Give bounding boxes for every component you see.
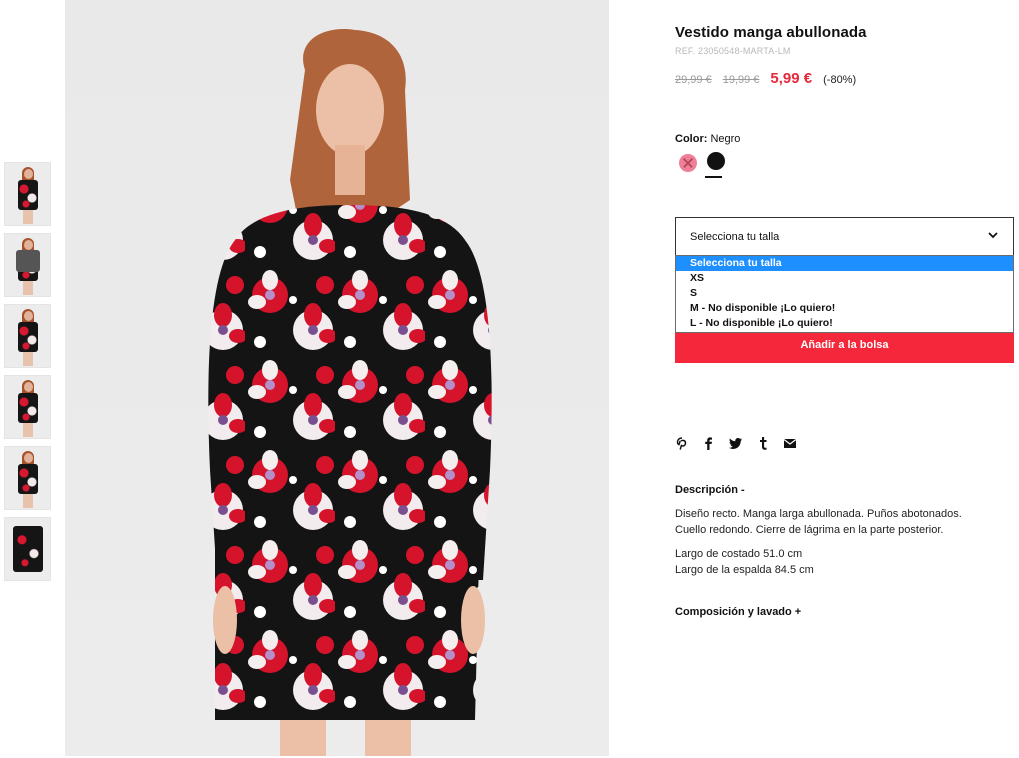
color-label: Color:	[675, 133, 708, 145]
main-product-image[interactable]	[65, 0, 609, 756]
facebook-icon[interactable]	[702, 437, 715, 450]
discount-badge: (-80%)	[823, 74, 857, 86]
thumbnail-4[interactable]	[4, 375, 51, 439]
chevron-down-icon	[988, 232, 998, 239]
size-dropdown-list: Selecciona tu talla XS S M - No disponib…	[675, 255, 1014, 333]
thumbnail-6[interactable]	[4, 517, 51, 581]
model-illustration	[208, 29, 492, 756]
color-swatch-pink[interactable]	[679, 154, 697, 172]
product-info: Vestido manga abullonada REF. 23050548-M…	[675, 24, 1015, 618]
size-option[interactable]: L - No disponible ¡Lo quiero!	[676, 316, 1013, 331]
measurements: Largo de costado 51.0 cm Largo de la esp…	[675, 547, 814, 578]
measurement-side-length: Largo de costado 51.0 cm	[675, 548, 803, 560]
thumbnail-2[interactable]	[4, 233, 51, 297]
description-text: Diseño recto. Manga larga abullonada. Pu…	[675, 507, 1015, 538]
pinterest-icon[interactable]	[675, 437, 688, 450]
color-selector: Color: Negro	[675, 133, 1015, 180]
thumbnail-1[interactable]	[4, 162, 51, 226]
size-option[interactable]: M - No disponible ¡Lo quiero!	[676, 301, 1013, 316]
size-option[interactable]: Selecciona tu talla	[676, 256, 1013, 271]
add-to-bag-label: Añadir a la bolsa	[800, 338, 889, 351]
email-icon[interactable]	[783, 437, 796, 450]
original-price: 29,99 €	[675, 74, 712, 86]
color-value: Negro	[710, 133, 741, 145]
tumblr-icon[interactable]	[756, 437, 769, 450]
sale-price: 5,99 €	[770, 70, 813, 87]
size-select-label: Selecciona tu talla	[690, 230, 780, 243]
product-reference: REF. 23050548-MARTA-LM	[675, 46, 791, 56]
product-title: Vestido manga abullonada	[675, 24, 867, 41]
description-heading[interactable]: Descripción -	[675, 484, 745, 496]
size-option[interactable]: S	[676, 286, 1013, 301]
measurement-back-length: Largo de la espalda 84.5 cm	[675, 563, 814, 576]
twitter-icon[interactable]	[729, 437, 742, 450]
share-bar	[675, 437, 796, 450]
composition-heading[interactable]: Composición y lavado +	[675, 606, 801, 618]
thumbnail-list	[4, 162, 52, 588]
size-option[interactable]: XS	[676, 271, 1013, 286]
thumbnail-3[interactable]	[4, 304, 51, 368]
size-select[interactable]: Selecciona tu talla	[675, 217, 1014, 256]
color-swatch-black[interactable]	[707, 152, 725, 170]
previous-price: 19,99 €	[722, 74, 760, 86]
thumbnail-5[interactable]	[4, 446, 51, 510]
selected-color-indicator	[705, 176, 722, 178]
description-line: Diseño recto. Manga larga abullonada. Pu…	[675, 508, 962, 520]
price-row: 29,99 € 19,99 € 5,99 € (-80%)	[675, 70, 1015, 87]
description-line: Cuello redondo. Cierre de lágrima en la …	[675, 523, 944, 536]
